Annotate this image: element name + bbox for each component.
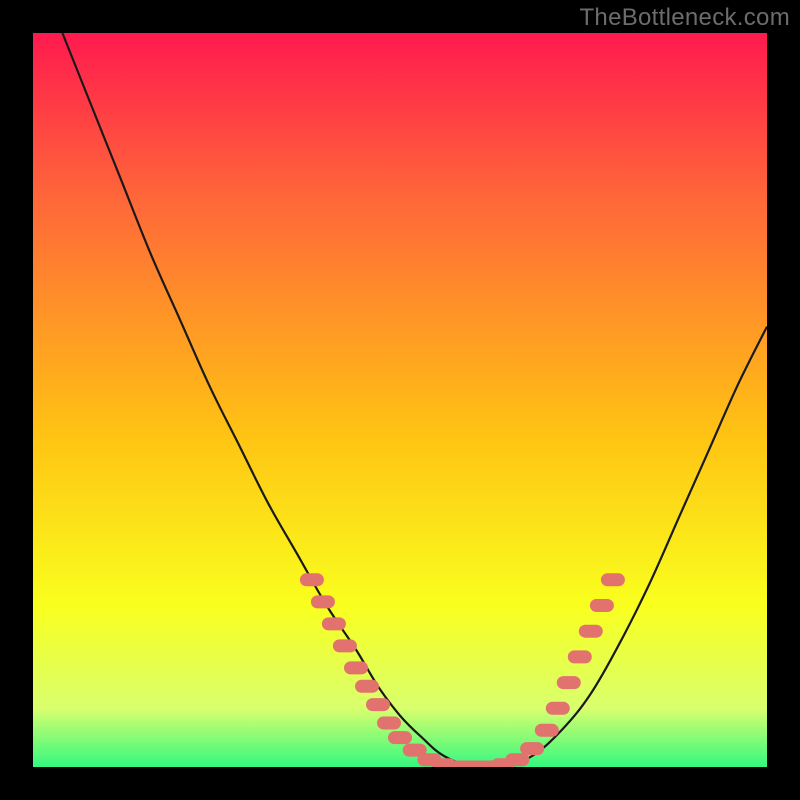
data-marker — [300, 573, 324, 586]
data-marker — [535, 724, 559, 737]
data-marker — [377, 717, 401, 730]
data-marker — [505, 753, 529, 766]
data-marker — [322, 617, 346, 630]
data-marker — [590, 599, 614, 612]
chart-svg — [33, 33, 767, 767]
chart-frame: TheBottleneck.com — [0, 0, 800, 800]
data-marker — [557, 676, 581, 689]
data-marker — [333, 639, 357, 652]
data-marker — [546, 702, 570, 715]
data-marker — [601, 573, 625, 586]
watermark-text: TheBottleneck.com — [579, 4, 790, 32]
data-marker — [344, 661, 368, 674]
data-marker — [311, 595, 335, 608]
data-marker — [355, 680, 379, 693]
data-marker — [520, 742, 544, 755]
plot-area — [33, 33, 767, 767]
data-marker — [568, 650, 592, 663]
data-marker — [388, 731, 412, 744]
gradient-background — [33, 33, 767, 767]
data-marker — [366, 698, 390, 711]
data-marker — [579, 625, 603, 638]
